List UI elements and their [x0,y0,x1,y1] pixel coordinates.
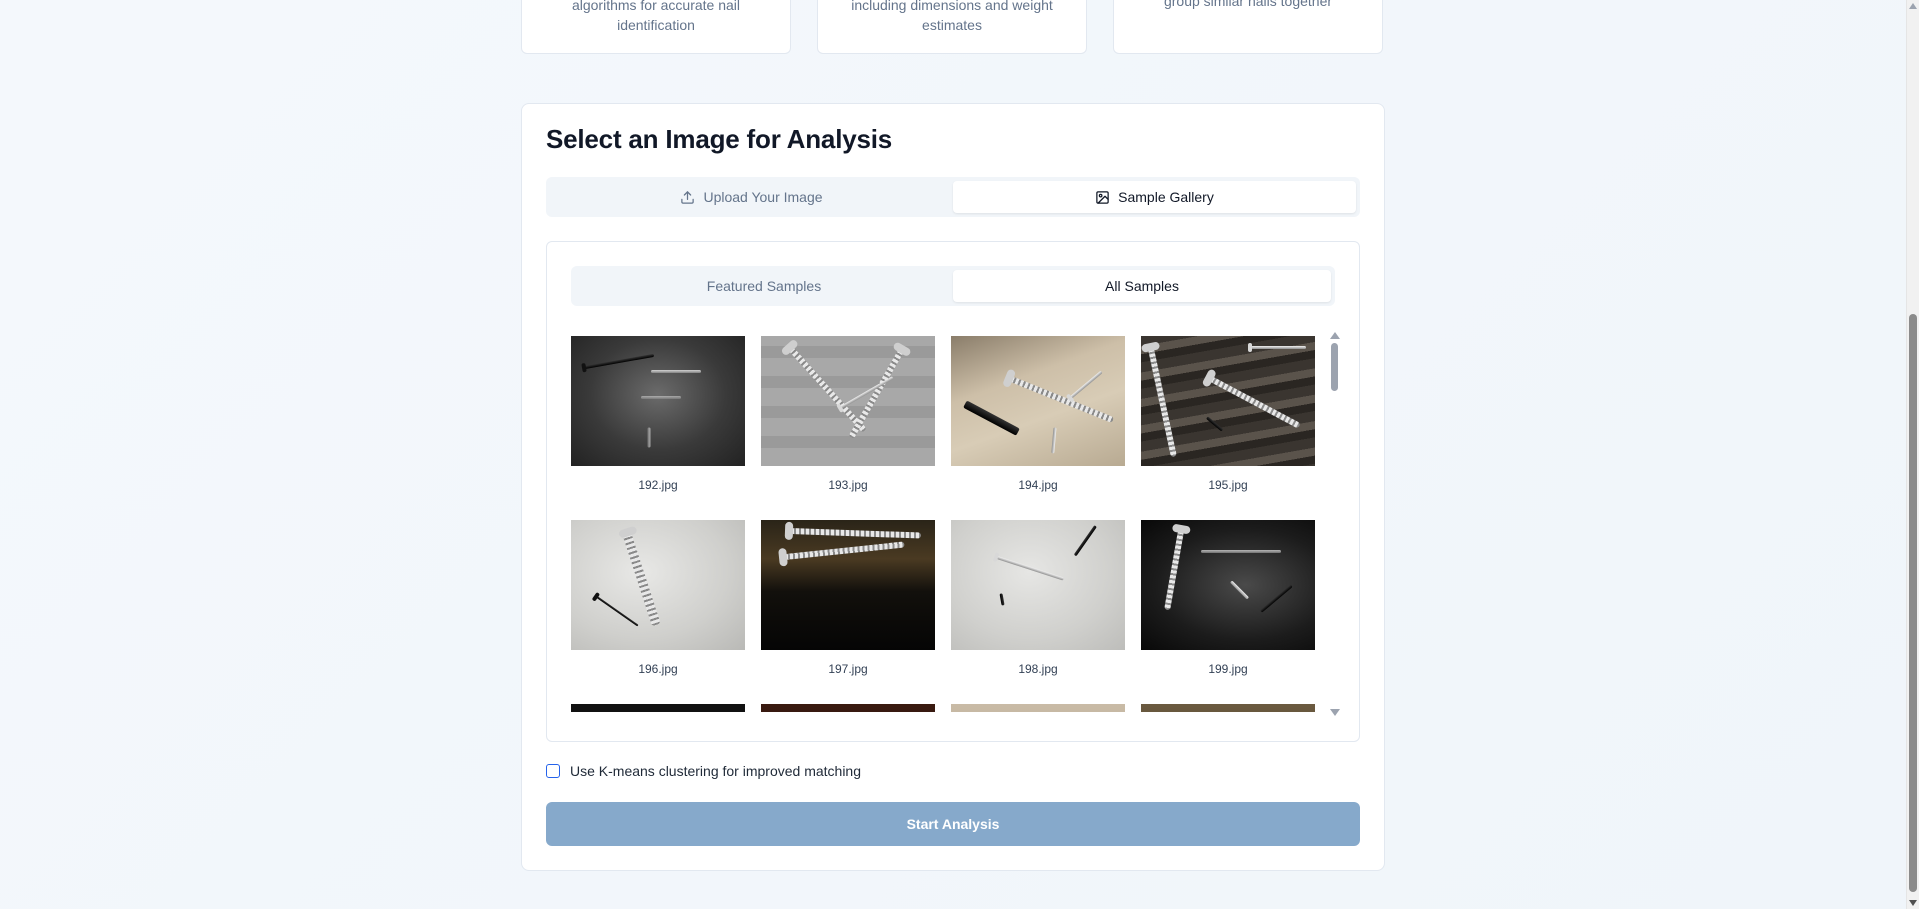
page-scrollbar[interactable] [1906,0,1919,909]
sample-image-tile[interactable]: 199.jpg [1141,520,1315,677]
sample-thumbnail [571,704,745,712]
sample-image-tile[interactable] [761,704,935,712]
scroll-up-arrow-icon[interactable] [1330,332,1340,339]
kmeans-checkbox[interactable] [546,764,560,778]
sample-image-tile[interactable] [1141,704,1315,712]
sample-filename: 196.jpg [638,662,678,676]
upload-icon [681,190,695,204]
image-grid[interactable]: 192.jpg 193.jpg 194.jpg 195.jpg 196.jpg … [571,336,1329,712]
sample-image-tile[interactable]: 197.jpg [761,520,935,677]
tab-sample-gallery[interactable]: Sample Gallery [953,181,1356,213]
sample-filename: 193.jpg [828,478,868,492]
tab-label: Sample Gallery [1118,189,1214,205]
sample-image-tile[interactable]: 198.jpg [951,520,1125,677]
panel-title: Select an Image for Analysis [546,124,893,154]
sample-thumbnail [571,336,745,466]
start-analysis-button[interactable]: Start Analysis [546,802,1360,846]
sample-filename: 198.jpg [1018,662,1058,676]
sample-filename: 192.jpg [638,478,678,492]
sample-image-tile[interactable] [571,704,745,712]
sample-thumbnail [571,520,745,650]
scroll-up-arrow-icon[interactable] [1909,3,1917,9]
tab-all-samples[interactable]: All Samples [953,270,1331,302]
sample-image-tile[interactable]: 194.jpg [951,336,1125,493]
tab-upload-image[interactable]: Upload Your Image [550,181,953,213]
sample-thumbnail [1141,704,1315,712]
tab-featured-samples[interactable]: Featured Samples [575,270,953,302]
sample-filename: 194.jpg [1018,478,1058,492]
kmeans-option[interactable]: Use K-means clustering for improved matc… [546,763,861,779]
sample-filename: 195.jpg [1208,478,1248,492]
sample-image-tile[interactable]: 193.jpg [761,336,935,493]
sample-thumbnail [1141,336,1315,466]
scroll-down-arrow-icon[interactable] [1909,900,1917,906]
image-icon [1096,190,1109,204]
sample-gallery: Featured Samples All Samples 192.jpg 193… [546,241,1360,742]
sample-thumbnail [761,704,935,712]
sample-image-tile[interactable] [951,704,1125,712]
sample-thumbnail [761,336,935,466]
sample-image-tile[interactable]: 195.jpg [1141,336,1315,493]
sample-image-tile[interactable]: 196.jpg [571,520,745,677]
sample-filename: 199.jpg [1208,662,1248,676]
sample-image-tile[interactable]: 192.jpg [571,336,745,493]
sample-filename: 197.jpg [828,662,868,676]
source-tabs: Upload Your Image Sample Gallery [546,177,1360,217]
scrollbar-thumb[interactable] [1909,314,1917,892]
feature-description: group similar nails together [1163,0,1333,9]
sample-thumbnail [1141,520,1315,650]
sample-thumbnail [951,336,1125,466]
scroll-down-arrow-icon[interactable] [1330,709,1340,716]
kmeans-label: Use K-means clustering for improved matc… [570,763,862,779]
scrollbar-thumb[interactable] [1331,343,1338,391]
feature-description: including dimensions and weight estimate… [851,0,1053,33]
gallery-tabs: Featured Samples All Samples [571,266,1335,306]
sample-thumbnail [761,520,935,650]
feature-card-identification: algorithms for accurate nail identificat… [521,0,791,54]
sample-thumbnail [951,704,1125,712]
feature-card-measurements: including dimensions and weight estimate… [817,0,1087,54]
gallery-scrollbar[interactable] [1330,332,1340,716]
sample-thumbnail [951,520,1125,650]
image-selection-panel: Select an Image for Analysis Upload Your… [521,103,1385,871]
feature-card-clustering: group similar nails together [1113,0,1383,54]
tab-label: Upload Your Image [703,189,823,205]
feature-description: algorithms for accurate nail identificat… [571,0,741,33]
